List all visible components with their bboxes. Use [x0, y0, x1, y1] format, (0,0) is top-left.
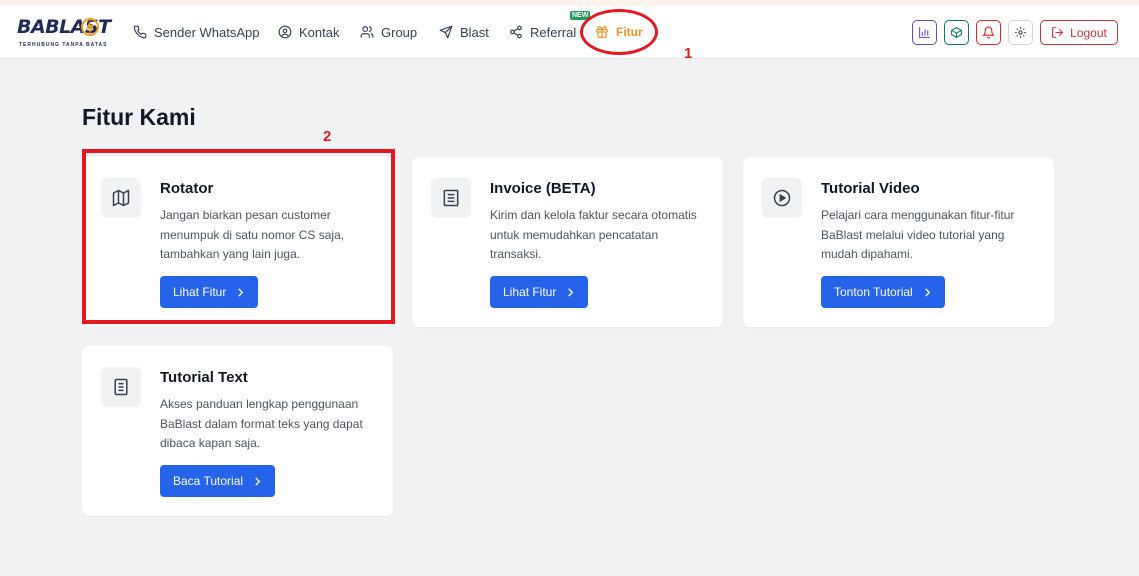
logout-icon [1052, 27, 1064, 38]
nav-label: Sender WhatsApp [154, 24, 260, 40]
users-icon [360, 26, 374, 38]
annotation-rectangle [82, 149, 395, 324]
button-label: Tonton Tutorial [834, 285, 913, 299]
nav-item-blast[interactable]: Blast [439, 21, 489, 43]
card-icon-box [101, 367, 141, 407]
phone-icon [133, 25, 147, 39]
chevron-right-icon [568, 287, 574, 297]
logout-button[interactable]: Logout [1040, 20, 1118, 45]
nav-label: Referral [530, 24, 577, 40]
nav-item-referral[interactable]: Referral [509, 21, 576, 43]
card-description: Akses panduan lengkap penggunaan BaBlast… [160, 397, 363, 450]
box-button[interactable] [944, 20, 969, 45]
feature-card-tutorial-video: Tutorial Video Pelajari cara menggunakan… [743, 157, 1054, 327]
box-icon [951, 27, 962, 38]
baca-tutorial-button[interactable]: Baca Tutorial [160, 465, 276, 497]
nav-label: Blast [460, 24, 489, 40]
share-icon [510, 25, 522, 39]
document-icon [114, 378, 128, 396]
send-icon [439, 25, 453, 39]
tonton-tutorial-button[interactable]: Tonton Tutorial [821, 276, 945, 308]
nav-item-kontak[interactable]: Kontak [278, 21, 339, 43]
card-title: Tutorial Text [160, 369, 248, 386]
bell-icon [982, 26, 995, 39]
settings-button[interactable] [1008, 20, 1033, 45]
button-label: Lihat Fitur [503, 285, 557, 299]
user-circle-icon [278, 25, 292, 39]
nav-item-group[interactable]: Group [360, 21, 417, 43]
bolt-icon [81, 18, 99, 37]
page-title: Fitur Kami [82, 104, 196, 130]
notifications-button[interactable] [976, 20, 1001, 45]
stats-button[interactable] [912, 20, 937, 45]
chevron-right-icon [255, 476, 261, 486]
gear-icon [1015, 27, 1026, 38]
nav-item-sender-whatsapp[interactable]: Sender WhatsApp [133, 21, 260, 43]
chevron-right-icon [924, 287, 930, 297]
card-title: Tutorial Video [821, 180, 920, 197]
card-description: Pelajari cara menggunakan fitur-fitur Ba… [821, 208, 1015, 261]
receipt-icon [443, 189, 459, 207]
button-label: Baca Tutorial [173, 474, 244, 488]
brand-logo[interactable]: BABLAST TERHUBUNG TANPA BATAS [17, 16, 111, 54]
annotation-ellipse [580, 9, 658, 55]
annotation-number-2: 2 [323, 128, 332, 145]
logout-label: Logout [1070, 25, 1107, 40]
play-circle-icon [773, 189, 791, 207]
card-description: Kirim dan kelola faktur secara otomatis … [490, 208, 697, 261]
nav-label: Kontak [299, 24, 340, 40]
card-icon-box [762, 178, 802, 218]
card-icon-box [431, 178, 471, 218]
stats-icon [919, 27, 930, 38]
feature-card-invoice: Invoice (BETA) Kirim dan kelola faktur s… [412, 157, 723, 327]
feature-card-tutorial-text: Tutorial Text Akses panduan lengkap peng… [82, 346, 393, 516]
top-navbar: BABLAST TERHUBUNG TANPA BATAS Sender Wha… [0, 6, 1139, 59]
brand-tagline: TERHUBUNG TANPA BATAS [19, 42, 108, 48]
nav-label: Group [381, 24, 418, 40]
lihat-fitur-invoice-button[interactable]: Lihat Fitur [490, 276, 589, 308]
card-title: Invoice (BETA) [490, 180, 596, 197]
annotation-number-1: 1 [684, 45, 693, 62]
